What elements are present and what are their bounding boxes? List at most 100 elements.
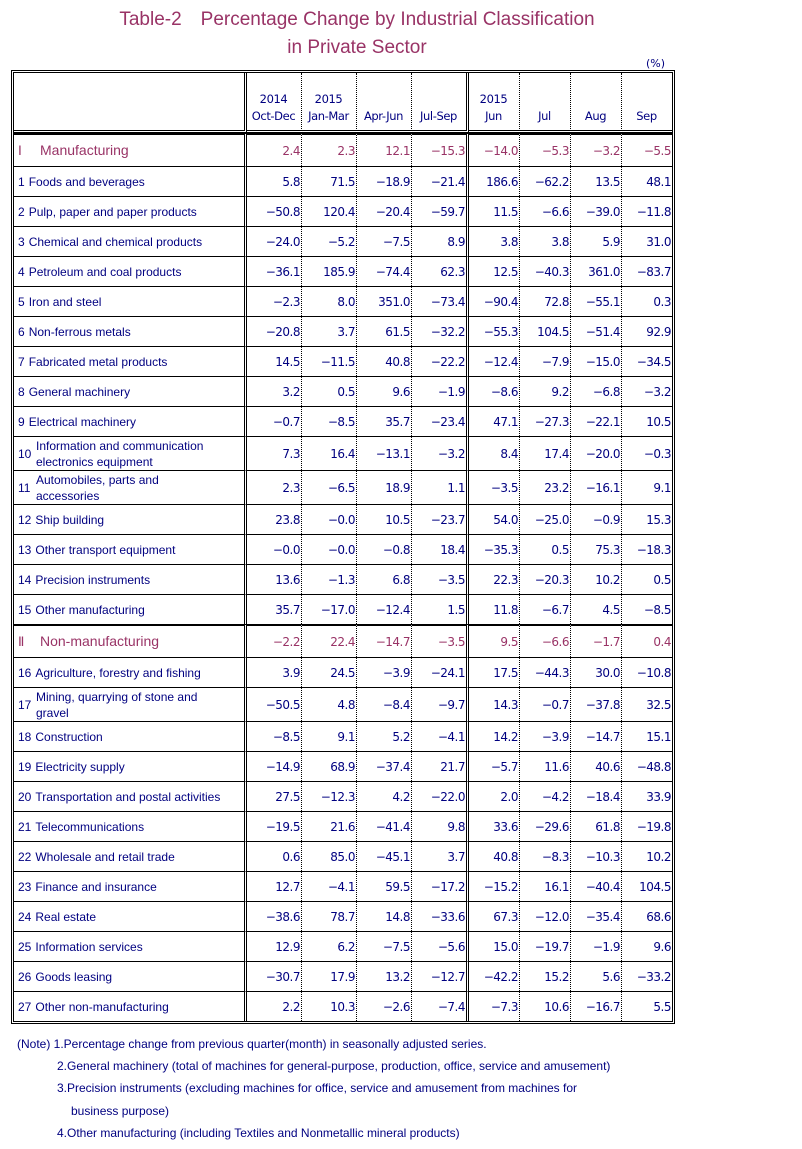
month-value-cell: 3.8 <box>520 226 571 256</box>
quarter-value-cell: −5.6 <box>412 931 469 961</box>
month-value-cell: −22.1 <box>571 406 622 436</box>
month-value-cell: −18.4 <box>571 781 622 811</box>
row-name-line-1: Automobiles, parts and <box>36 472 159 487</box>
month-value-cell: 10.6 <box>520 991 571 1021</box>
quarter-value-cell: −1.9 <box>412 376 469 406</box>
quarter-value-cell: 71.5 <box>302 166 357 196</box>
quarter-value-cell: 10.3 <box>302 991 357 1021</box>
quarter-value-cell: 8.0 <box>302 286 357 316</box>
table-row: 26 Goods leasing −30.7 17.9 13.2 −12.7 −42.2 15… <box>14 961 672 991</box>
row-index: 4 <box>18 264 25 279</box>
table-row: 9 Electrical machinery −0.7 −8.5 35.7 −23.4 47… <box>14 406 672 436</box>
header-row: 2014 Oct-Dec 2015 Jan-Mar Apr-Jun Jul-Sep … <box>14 73 672 133</box>
quarter-value-cell: 68.9 <box>302 751 357 781</box>
row-index: 15 <box>18 602 32 617</box>
quarter-value-cell: −11.5 <box>302 346 357 376</box>
table-row: 18 Construction −8.5 9.1 5.2 −4.1 14.2 −3.9 −14.… <box>14 721 672 751</box>
quarter-value-cell: 21.6 <box>302 811 357 841</box>
table-row: 24 Real estate −38.6 78.7 14.8 −33.6 67.3 −12.0… <box>14 901 672 931</box>
month-value-cell: 13.5 <box>571 166 622 196</box>
quarter-value-cell: −22.0 <box>412 781 469 811</box>
month-value-cell: −6.8 <box>571 376 622 406</box>
header-month-1: 2015 Jun <box>469 73 520 133</box>
notes-section: (Note) 1.Percentage change from previous… <box>17 1033 610 1144</box>
month-value-cell: −19.7 <box>520 931 571 961</box>
month-value-cell: −7.3 <box>469 991 520 1021</box>
month-value-cell: −4.2 <box>520 781 571 811</box>
quarter-value-cell: −8.5 <box>302 406 357 436</box>
month-value-cell: 12.5 <box>469 256 520 286</box>
month-value-cell: 4.5 <box>571 594 622 624</box>
quarter-value-cell: −59.7 <box>412 196 469 226</box>
quarter-value-cell: 13.6 <box>247 564 302 594</box>
month-value-cell: −8.5 <box>622 594 672 624</box>
row-index: 2 <box>18 204 25 219</box>
quarter-value-cell: 62.3 <box>412 256 469 286</box>
quarter-value-cell: 18.9 <box>357 470 412 504</box>
quarter-value-cell: 78.7 <box>302 901 357 931</box>
month-value-cell: 15.2 <box>520 961 571 991</box>
month-value-cell: −7.9 <box>520 346 571 376</box>
quarter-value-cell: −73.4 <box>412 286 469 316</box>
quarter-value-cell: 7.3 <box>247 436 302 470</box>
quarter-value-cell: −8.5 <box>247 721 302 751</box>
month-value-cell: 15.1 <box>622 721 672 751</box>
row-name: Information services <box>35 939 143 954</box>
row-name: Pulp, paper and paper products <box>28 204 197 219</box>
note-3: 3.Precision instruments (excluding machi… <box>57 1081 578 1096</box>
quarter-value-cell: 13.2 <box>357 961 412 991</box>
month-value-cell: −62.2 <box>520 166 571 196</box>
quarter-value-cell: 3.7 <box>302 316 357 346</box>
quarter-value-cell: 1.5 <box>412 594 469 624</box>
month-value-cell: 92.9 <box>622 316 672 346</box>
row-index: 20 <box>18 789 32 804</box>
row-index: 26 <box>18 969 32 984</box>
month-value-cell: 14.2 <box>469 721 520 751</box>
month-value-cell: −55.3 <box>469 316 520 346</box>
quarter-value-cell: −12.7 <box>412 961 469 991</box>
month-value-cell: −48.8 <box>622 751 672 781</box>
month-value-cell: 14.3 <box>469 687 520 721</box>
quarter-value-cell: −24.1 <box>412 657 469 687</box>
row-label: 8 General machinery <box>14 376 247 406</box>
header-month-3: Aug <box>571 73 622 133</box>
row-name-line-2: electronics equipment <box>36 454 153 469</box>
month-value-cell: −20.3 <box>520 564 571 594</box>
row-label: 18 Construction <box>14 721 247 751</box>
quarter-value-cell: −3.2 <box>412 436 469 470</box>
month-value-cell: 67.3 <box>469 901 520 931</box>
table-row: 14 Precision instruments 13.6 −1.3 6.8 −3.5 22… <box>14 564 672 594</box>
month-value-cell: −8.3 <box>520 841 571 871</box>
month-value-cell: 0.3 <box>622 286 672 316</box>
month-value-cell: −83.7 <box>622 256 672 286</box>
quarter-value-cell: 35.7 <box>247 594 302 624</box>
quarter-value-cell: −18.9 <box>357 166 412 196</box>
row-label: 21 Telecommunications <box>14 811 247 841</box>
quarter-value-cell: 10.5 <box>357 504 412 534</box>
row-label: 16 Agriculture, forestry and fishing <box>14 657 247 687</box>
month-value-cell: −19.8 <box>622 811 672 841</box>
month-value-cell: 33.6 <box>469 811 520 841</box>
row-label: 23 Finance and insurance <box>14 871 247 901</box>
quarter-value-cell: −1.3 <box>302 564 357 594</box>
quarter-value-cell: 6.2 <box>302 931 357 961</box>
row-label: 25 Information services <box>14 931 247 961</box>
row-name: Electricity supply <box>35 759 125 774</box>
table-row: 19 Electricity supply −14.9 68.9 −37.4 21.7 −5… <box>14 751 672 781</box>
month-value-cell: 5.5 <box>622 991 672 1021</box>
quarter-value-cell: 9.6 <box>357 376 412 406</box>
table-row: 27 Other non-manufacturing 2.2 10.3 −2.6 −7.4… <box>14 991 672 1021</box>
row-index: 19 <box>18 759 32 774</box>
month-value-cell: −3.9 <box>520 721 571 751</box>
month-value-cell: −25.0 <box>520 504 571 534</box>
table-row: 1 Foods and beverages 5.8 71.5 −18.9 −21.4 186… <box>14 166 672 196</box>
row-index: 12 <box>18 512 32 527</box>
quarter-value-cell: 185.9 <box>302 256 357 286</box>
month-value-cell: −51.4 <box>571 316 622 346</box>
quarter-value-cell: −4.1 <box>412 721 469 751</box>
quarter-value-cell: −6.5 <box>302 470 357 504</box>
month-value-cell: −34.5 <box>622 346 672 376</box>
table-row: 10 Information and communication electroni… <box>14 436 672 470</box>
month-value-cell: −10.8 <box>622 657 672 687</box>
table-row: 8 General machinery 3.2 0.5 9.6 −1.9 −8.6 9.2 −6… <box>14 376 672 406</box>
